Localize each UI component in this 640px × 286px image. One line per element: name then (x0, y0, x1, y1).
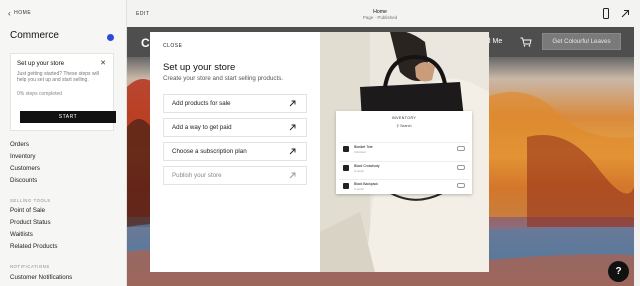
sidebar-item-point-of-sale[interactable]: Point of Sale (10, 205, 57, 217)
product-thumbnail (343, 183, 349, 189)
arrow-up-right-icon (289, 124, 296, 131)
inventory-card: INVENTORY ⚲ Search Blanket Tote Unlimite… (336, 111, 472, 194)
arrow-up-right-icon (289, 172, 296, 179)
table-row[interactable]: Black Backpack In stock (339, 179, 469, 191)
help-button[interactable]: ? (608, 261, 629, 282)
product-name: Black Crossbody (354, 164, 380, 168)
setup-card-description: Just getting started? These steps will h… (17, 71, 99, 84)
sidebar-item-related-products[interactable]: Related Products (10, 241, 57, 253)
expand-arrow-icon[interactable] (620, 8, 630, 19)
setup-card-title: Set up your store (17, 60, 65, 67)
editor-topbar: EDIT Home Page · Published (127, 0, 640, 27)
sidebar-item-waitlists[interactable]: Waitlists (10, 229, 57, 241)
product-name: Black Backpack (354, 182, 378, 186)
task-label: Choose a subscription plan (172, 148, 247, 155)
close-icon[interactable]: ✕ (100, 59, 106, 67)
sidebar-title: Commerce (10, 30, 59, 41)
product-name: Blanket Tote (354, 145, 373, 149)
arrow-up-right-icon (289, 100, 296, 107)
sidebar-nav-selling: Point of Sale Product Status Waitlists R… (10, 205, 57, 253)
back-home-label: HOME (14, 10, 32, 16)
task-add-products[interactable]: Add products for sale (163, 94, 307, 113)
task-choose-plan[interactable]: Choose a subscription plan (163, 142, 307, 161)
sidebar: ‹ HOME Commerce Set up your store ✕ Just… (0, 0, 127, 286)
page-title: Home Page · Published (360, 9, 400, 20)
start-button[interactable]: START (20, 111, 116, 123)
task-publish-store[interactable]: Publish your store (163, 166, 307, 185)
back-home-link[interactable]: ‹ HOME (8, 8, 32, 18)
table-row[interactable]: Black Crossbody In stock (339, 161, 469, 173)
inventory-search[interactable]: ⚲ Search (336, 124, 472, 128)
product-thumbnail (343, 146, 349, 152)
inventory-heading: INVENTORY (391, 116, 417, 120)
task-label: Publish your store (172, 172, 222, 179)
setup-store-modal: CLOSE Set up your store Create your stor… (150, 32, 489, 272)
sidebar-item-orders[interactable]: Orders (10, 139, 40, 151)
product-thumbnail (343, 165, 349, 171)
inventory-search-label: Search (400, 124, 412, 128)
setup-card-progress: 0% steps completed (17, 90, 63, 97)
sidebar-nav-main: Orders Inventory Customers Discounts (10, 139, 40, 187)
quantity-stepper[interactable] (457, 146, 465, 151)
sidebar-nav-notifications: Customer Notifications (10, 272, 72, 284)
modal-subtitle: Create your store and start selling prod… (163, 75, 284, 82)
notification-badge-icon (107, 34, 114, 41)
cta-button[interactable]: Get Colourful Leaves (542, 33, 621, 50)
section-label-notifications: NOTIFICATIONS (10, 264, 50, 269)
arrow-up-right-icon (289, 148, 296, 155)
sidebar-item-customer-notifications[interactable]: Customer Notifications (10, 272, 72, 284)
quantity-stepper[interactable] (457, 183, 465, 188)
mobile-preview-icon[interactable] (601, 8, 611, 19)
product-stock: Unlimited (354, 149, 366, 154)
quantity-stepper[interactable] (457, 165, 465, 170)
task-add-payment[interactable]: Add a way to get paid (163, 118, 307, 137)
table-row[interactable]: Blanket Tote Unlimited (339, 142, 469, 154)
sidebar-item-customers[interactable]: Customers (10, 163, 40, 175)
sidebar-item-product-status[interactable]: Product Status (10, 217, 57, 229)
product-stock: In stock (354, 186, 364, 191)
modal-close-button[interactable]: CLOSE (163, 43, 182, 49)
setup-store-card: Set up your store ✕ Just getting started… (10, 53, 116, 131)
sidebar-item-discounts[interactable]: Discounts (10, 175, 40, 187)
chevron-left-icon: ‹ (8, 8, 12, 18)
page-status: Page · Published (362, 15, 398, 20)
cart-icon[interactable] (520, 37, 532, 47)
task-label: Add a way to get paid (172, 124, 232, 131)
edit-button[interactable]: EDIT (136, 11, 149, 17)
task-label: Add products for sale (172, 100, 231, 107)
modal-title: Set up your store (163, 62, 236, 73)
sidebar-item-inventory[interactable]: Inventory (10, 151, 40, 163)
section-label-selling-tools: SELLING TOOLS (10, 198, 51, 203)
site-logo[interactable]: C (141, 36, 150, 50)
product-stock: In stock (354, 168, 364, 173)
